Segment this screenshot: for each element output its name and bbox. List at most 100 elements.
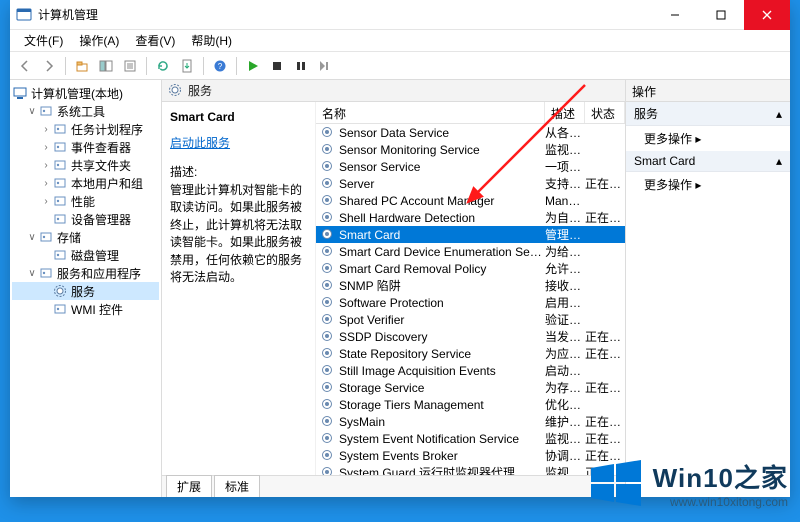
item-icon	[52, 211, 68, 227]
computer-icon	[12, 85, 28, 101]
col-status[interactable]: 状态	[585, 102, 625, 123]
service-row[interactable]: Smart Card Removal Policy允许…	[316, 260, 625, 277]
service-icon	[320, 465, 336, 476]
detail-tabs: 扩展 标准	[162, 475, 625, 497]
service-row[interactable]: Still Image Acquisition Events启动…	[316, 362, 625, 379]
service-row[interactable]: Sensor Data Service从各…	[316, 124, 625, 141]
svg-text:?: ?	[218, 62, 223, 71]
action-section-title[interactable]: 服务▴	[626, 102, 790, 126]
back-button[interactable]	[14, 55, 36, 77]
tree-group[interactable]: ∨系统工具	[12, 102, 159, 120]
desc-text: 管理此计算机对智能卡的取读访问。如果此服务被终止，此计算机将无法取读智能卡。如果…	[170, 182, 307, 286]
col-desc[interactable]: 描述	[545, 102, 585, 123]
forward-button[interactable]	[38, 55, 60, 77]
service-row[interactable]: Software Protection启用…	[316, 294, 625, 311]
item-icon	[52, 121, 68, 137]
tree-item[interactable]: ›事件查看器	[12, 138, 159, 156]
service-row[interactable]: Shell Hardware Detection为自…正在…	[316, 209, 625, 226]
refresh-button[interactable]	[152, 55, 174, 77]
help-button[interactable]: ?	[209, 55, 231, 77]
tree-item[interactable]: 设备管理器	[12, 210, 159, 228]
actions-header: 操作	[626, 80, 790, 102]
services-list-wrap: 名称 描述 状态 Sensor Data Service从各…Sensor Mo…	[316, 102, 625, 475]
service-row[interactable]: Spot Verifier验证…	[316, 311, 625, 328]
window-title: 计算机管理	[38, 6, 652, 23]
tree-group[interactable]: ∨存储	[12, 228, 159, 246]
item-icon	[52, 157, 68, 173]
service-icon	[320, 210, 336, 226]
desc-label: 描述:	[170, 163, 307, 180]
service-icon	[320, 159, 336, 175]
tree-root[interactable]: 计算机管理(本地)	[12, 84, 159, 102]
col-name[interactable]: 名称	[316, 102, 545, 123]
action-section-title[interactable]: Smart Card▴	[626, 151, 790, 172]
service-row[interactable]: System Events Broker协调…正在…	[316, 447, 625, 464]
service-icon	[320, 329, 336, 345]
service-icon	[320, 142, 336, 158]
services-list[interactable]: Sensor Data Service从各…Sensor Monitoring …	[316, 124, 625, 475]
service-icon	[320, 431, 336, 447]
show-hide-tree-button[interactable]	[95, 55, 117, 77]
menu-action[interactable]: 操作(A)	[71, 30, 127, 51]
gear-icon	[168, 83, 184, 99]
service-icon	[320, 312, 336, 328]
service-row[interactable]: SNMP 陷阱接收…	[316, 277, 625, 294]
tab-extended[interactable]: 扩展	[166, 475, 212, 497]
start-service-link[interactable]: 启动此服务	[170, 134, 307, 151]
service-row[interactable]: Sensor Monitoring Service监视…	[316, 141, 625, 158]
menu-view[interactable]: 查看(V)	[127, 30, 183, 51]
service-row[interactable]: SysMain维护…正在…	[316, 413, 625, 430]
tree-item[interactable]: ›本地用户和组	[12, 174, 159, 192]
start-service-button[interactable]	[242, 55, 264, 77]
service-icon	[320, 448, 336, 464]
close-button[interactable]	[744, 0, 790, 30]
folder-icon	[38, 103, 54, 119]
tab-standard[interactable]: 标准	[214, 475, 260, 497]
folder-icon	[38, 229, 54, 245]
stop-service-button[interactable]	[266, 55, 288, 77]
titlebar[interactable]: 计算机管理	[10, 0, 790, 30]
tree-item[interactable]: WMI 控件	[12, 300, 159, 318]
service-row[interactable]: Smart Card Device Enumeration Service为给…	[316, 243, 625, 260]
service-row[interactable]: SSDP Discovery当发…正在…	[316, 328, 625, 345]
item-icon	[52, 283, 68, 299]
service-row[interactable]: Storage Service为存…正在…	[316, 379, 625, 396]
export-button[interactable]	[176, 55, 198, 77]
service-icon	[320, 244, 336, 260]
service-icon	[320, 176, 336, 192]
up-button[interactable]	[71, 55, 93, 77]
menu-file[interactable]: 文件(F)	[16, 30, 71, 51]
watermark-url: www.win10xitong.com	[653, 495, 788, 509]
pause-service-button[interactable]	[290, 55, 312, 77]
nav-tree[interactable]: 计算机管理(本地) ∨系统工具›任务计划程序›事件查看器›共享文件夹›本地用户和…	[10, 80, 162, 497]
watermark: Win10之家 www.win10xitong.com	[587, 454, 788, 512]
service-row[interactable]: System Guard 运行时监视器代理监视…正在…	[316, 464, 625, 475]
tree-item[interactable]: ›共享文件夹	[12, 156, 159, 174]
service-icon	[320, 193, 336, 209]
item-icon	[52, 175, 68, 191]
list-header[interactable]: 名称 描述 状态	[316, 102, 625, 124]
restart-service-button[interactable]	[314, 55, 336, 77]
service-row[interactable]: Shared PC Account ManagerMan…	[316, 192, 625, 209]
service-detail: Smart Card 启动此服务 描述: 管理此计算机对智能卡的取读访问。如果此…	[162, 102, 316, 475]
maximize-button[interactable]	[698, 0, 744, 30]
center-header: 服务	[162, 80, 625, 102]
menu-help[interactable]: 帮助(H)	[183, 30, 240, 51]
service-row[interactable]: System Event Notification Service监视…正在…	[316, 430, 625, 447]
service-row[interactable]: Sensor Service一项…	[316, 158, 625, 175]
tree-item[interactable]: 磁盘管理	[12, 246, 159, 264]
service-row[interactable]: Server支持…正在…	[316, 175, 625, 192]
tree-group[interactable]: ∨服务和应用程序	[12, 264, 159, 282]
minimize-button[interactable]	[652, 0, 698, 30]
properties-button[interactable]	[119, 55, 141, 77]
tree-item[interactable]: ›性能	[12, 192, 159, 210]
service-row[interactable]: Storage Tiers Management优化…	[316, 396, 625, 413]
chevron-up-icon: ▴	[776, 107, 782, 121]
action-item[interactable]: 更多操作 ▸	[626, 126, 790, 151]
item-icon	[52, 193, 68, 209]
action-item[interactable]: 更多操作 ▸	[626, 172, 790, 197]
tree-item[interactable]: 服务	[12, 282, 159, 300]
tree-item[interactable]: ›任务计划程序	[12, 120, 159, 138]
service-row[interactable]: Smart Card管理…	[316, 226, 625, 243]
service-row[interactable]: State Repository Service为应…正在…	[316, 345, 625, 362]
